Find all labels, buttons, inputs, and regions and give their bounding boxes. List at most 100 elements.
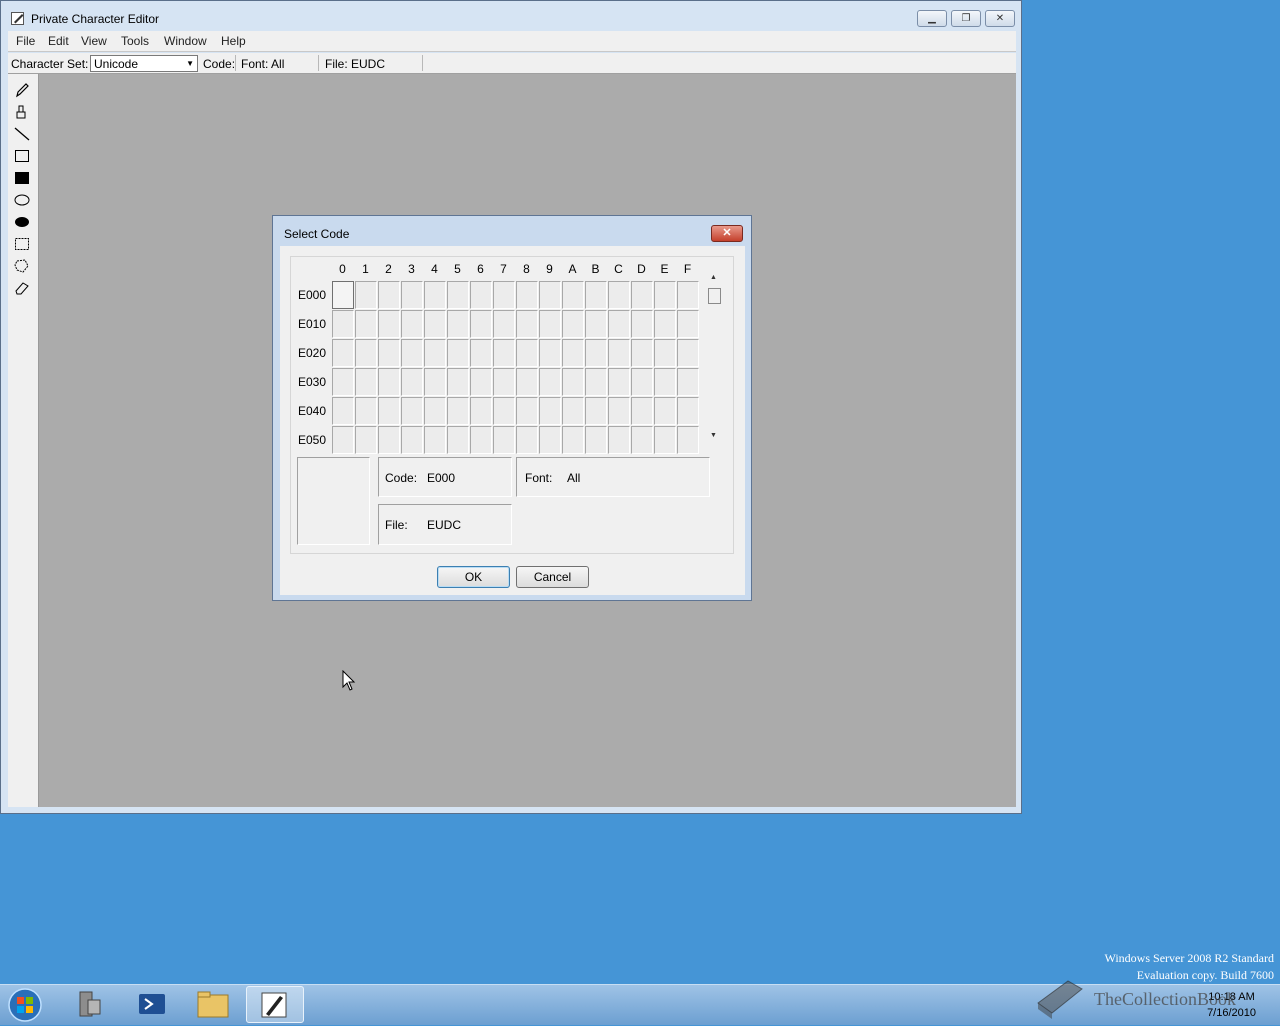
code-cell-E057[interactable] — [493, 426, 515, 454]
code-cell-E030[interactable] — [332, 368, 354, 396]
code-cell-E011[interactable] — [355, 310, 377, 338]
code-cell-E001[interactable] — [355, 281, 377, 309]
code-cell-E000[interactable] — [332, 281, 354, 309]
code-cell-E049[interactable] — [539, 397, 561, 425]
code-cell-E00B[interactable] — [585, 281, 607, 309]
code-cell-E036[interactable] — [470, 368, 492, 396]
code-cell-E012[interactable] — [378, 310, 400, 338]
code-cell-E00D[interactable] — [631, 281, 653, 309]
restore-button[interactable]: ❐ — [951, 10, 981, 27]
menu-view[interactable]: View — [81, 34, 107, 48]
freeform-selection-icon[interactable] — [14, 258, 30, 274]
code-cell-E03C[interactable] — [608, 368, 630, 396]
code-cell-E03E[interactable] — [654, 368, 676, 396]
code-cell-E017[interactable] — [493, 310, 515, 338]
code-cell-E048[interactable] — [516, 397, 538, 425]
scroll-thumb[interactable] — [708, 288, 721, 304]
code-cell-E04D[interactable] — [631, 397, 653, 425]
minimize-button[interactable]: ▁ — [917, 10, 947, 27]
taskbar-powershell[interactable] — [122, 986, 180, 1023]
code-cell-E02C[interactable] — [608, 339, 630, 367]
code-cell-E02D[interactable] — [631, 339, 653, 367]
code-cell-E023[interactable] — [401, 339, 423, 367]
code-cell-E01F[interactable] — [677, 310, 699, 338]
hollow-rectangle-icon[interactable] — [14, 148, 30, 164]
code-cell-E041[interactable] — [355, 397, 377, 425]
code-cell-E027[interactable] — [493, 339, 515, 367]
code-cell-E032[interactable] — [378, 368, 400, 396]
code-cell-E016[interactable] — [470, 310, 492, 338]
filled-ellipse-icon[interactable] — [14, 214, 30, 230]
hollow-ellipse-icon[interactable] — [14, 192, 30, 208]
code-cell-E037[interactable] — [493, 368, 515, 396]
code-cell-E02F[interactable] — [677, 339, 699, 367]
code-cell-E045[interactable] — [447, 397, 469, 425]
taskbar-private-character-editor[interactable] — [246, 986, 304, 1023]
code-cell-E05A[interactable] — [562, 426, 584, 454]
code-cell-E03A[interactable] — [562, 368, 584, 396]
rectangular-selection-icon[interactable] — [14, 236, 30, 252]
code-cell-E050[interactable] — [332, 426, 354, 454]
code-cell-E056[interactable] — [470, 426, 492, 454]
cancel-button[interactable]: Cancel — [516, 566, 589, 588]
code-cell-E053[interactable] — [401, 426, 423, 454]
code-cell-E044[interactable] — [424, 397, 446, 425]
code-cell-E055[interactable] — [447, 426, 469, 454]
code-cell-E03D[interactable] — [631, 368, 653, 396]
code-cell-E043[interactable] — [401, 397, 423, 425]
code-cell-E02A[interactable] — [562, 339, 584, 367]
code-cell-E05E[interactable] — [654, 426, 676, 454]
code-cell-E010[interactable] — [332, 310, 354, 338]
code-cell-E04B[interactable] — [585, 397, 607, 425]
title-bar[interactable]: Private Character Editor ▁ ❐ ✕ — [1, 1, 1021, 31]
code-cell-E038[interactable] — [516, 368, 538, 396]
code-cell-E04A[interactable] — [562, 397, 584, 425]
code-cell-E014[interactable] — [424, 310, 446, 338]
menu-file[interactable]: File — [16, 34, 35, 48]
ok-button[interactable]: OK — [437, 566, 510, 588]
code-cell-E04F[interactable] — [677, 397, 699, 425]
code-cell-E009[interactable] — [539, 281, 561, 309]
code-cell-E002[interactable] — [378, 281, 400, 309]
code-cell-E022[interactable] — [378, 339, 400, 367]
code-cell-E018[interactable] — [516, 310, 538, 338]
code-cell-E02E[interactable] — [654, 339, 676, 367]
start-button[interactable] — [5, 987, 45, 1023]
menu-edit[interactable]: Edit — [48, 34, 69, 48]
code-cell-E04E[interactable] — [654, 397, 676, 425]
code-cell-E01E[interactable] — [654, 310, 676, 338]
line-icon[interactable] — [14, 126, 30, 142]
code-cell-E025[interactable] — [447, 339, 469, 367]
code-cell-E04C[interactable] — [608, 397, 630, 425]
code-cell-E00C[interactable] — [608, 281, 630, 309]
code-cell-E035[interactable] — [447, 368, 469, 396]
code-cell-E02B[interactable] — [585, 339, 607, 367]
code-cell-E01A[interactable] — [562, 310, 584, 338]
close-button[interactable]: ✕ — [985, 10, 1015, 27]
code-cell-E021[interactable] — [355, 339, 377, 367]
code-cell-E01D[interactable] — [631, 310, 653, 338]
code-cell-E00A[interactable] — [562, 281, 584, 309]
code-cell-E020[interactable] — [332, 339, 354, 367]
code-cell-E004[interactable] — [424, 281, 446, 309]
code-cell-E05B[interactable] — [585, 426, 607, 454]
code-cell-E019[interactable] — [539, 310, 561, 338]
dialog-close-button[interactable]: ✕ — [711, 225, 743, 242]
grid-scrollbar[interactable]: ▲ ▼ — [706, 274, 722, 442]
eraser-icon[interactable] — [14, 280, 30, 296]
code-cell-E033[interactable] — [401, 368, 423, 396]
scroll-up-arrow-icon[interactable]: ▲ — [710, 274, 717, 281]
code-cell-E046[interactable] — [470, 397, 492, 425]
code-cell-E052[interactable] — [378, 426, 400, 454]
pencil-icon[interactable] — [14, 82, 30, 98]
code-cell-E059[interactable] — [539, 426, 561, 454]
code-cell-E013[interactable] — [401, 310, 423, 338]
code-cell-E034[interactable] — [424, 368, 446, 396]
code-cell-E039[interactable] — [539, 368, 561, 396]
taskbar-explorer[interactable] — [184, 986, 242, 1023]
code-cell-E031[interactable] — [355, 368, 377, 396]
charset-dropdown[interactable]: Unicode ▼ — [90, 55, 198, 72]
code-cell-E006[interactable] — [470, 281, 492, 309]
code-cell-E024[interactable] — [424, 339, 446, 367]
menu-help[interactable]: Help — [221, 34, 246, 48]
